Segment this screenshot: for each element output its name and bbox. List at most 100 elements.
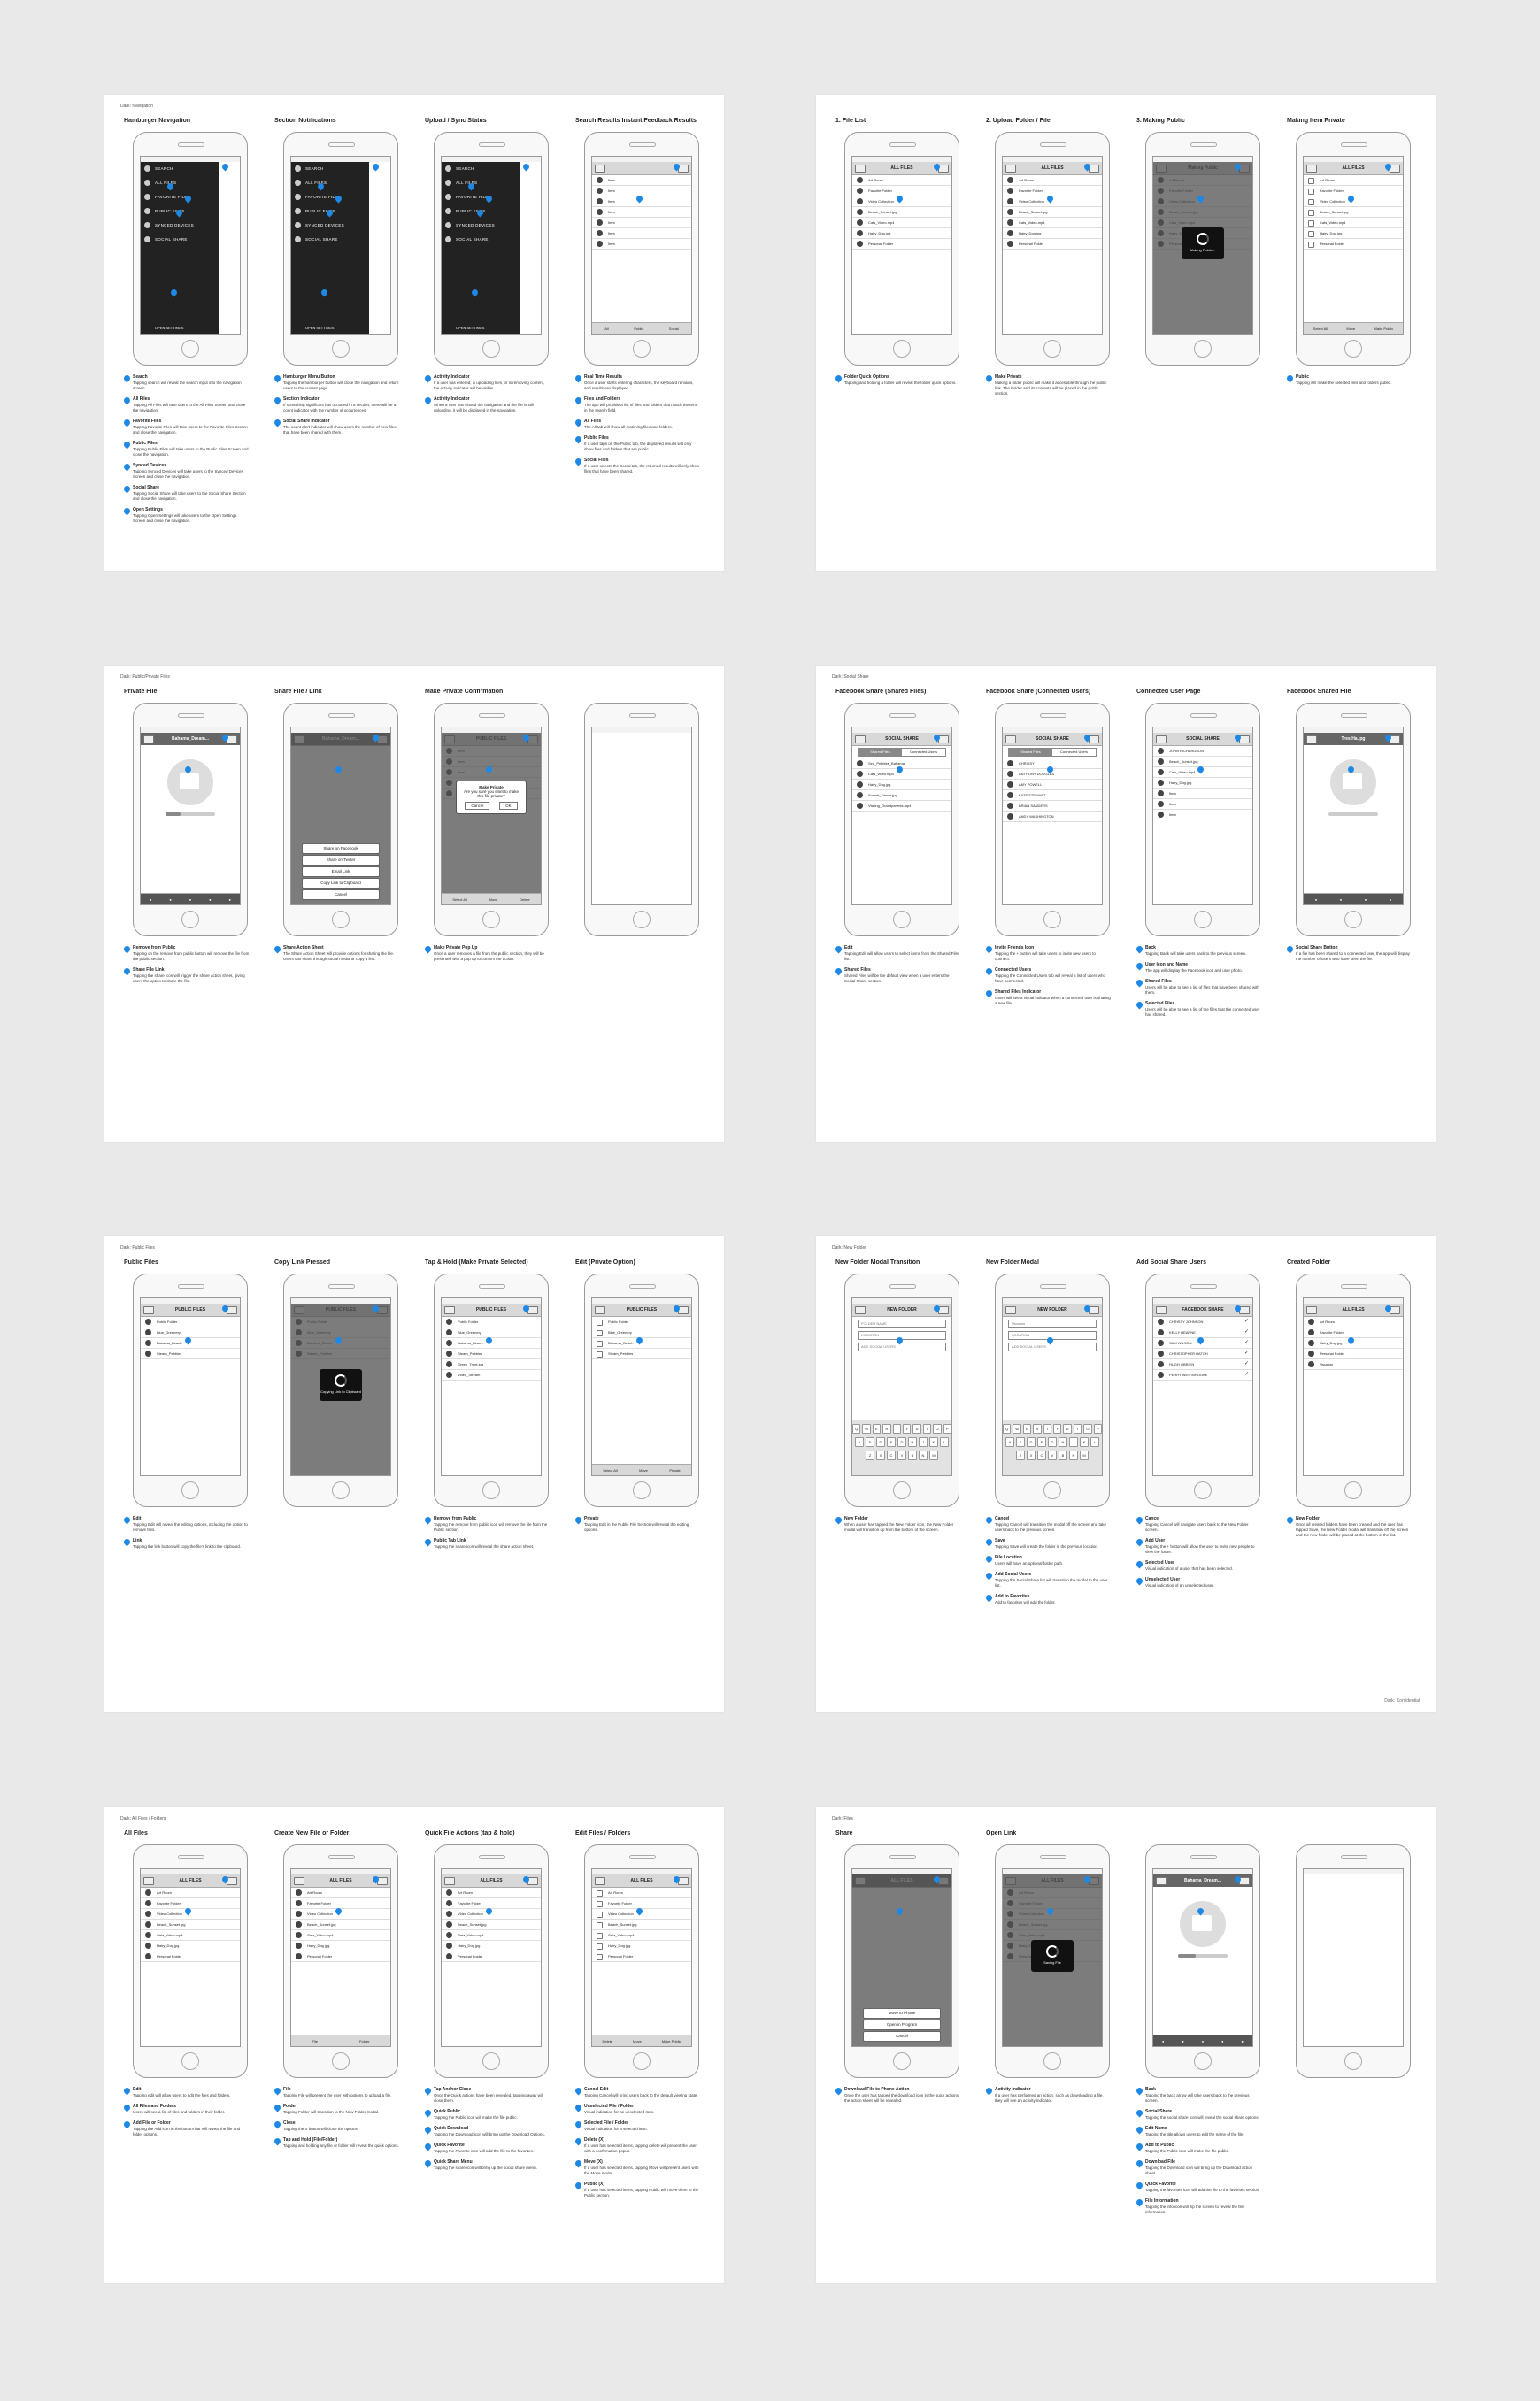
action-sheet-button[interactable]: Copy Link to Clipboard bbox=[302, 878, 380, 889]
keyboard-key[interactable]: E bbox=[872, 1424, 882, 1434]
home-button[interactable] bbox=[893, 911, 911, 928]
toolbar-button[interactable]: Select All bbox=[603, 1468, 617, 1473]
keyboard-key[interactable]: R bbox=[1033, 1424, 1042, 1434]
menu-item[interactable]: SEARCH bbox=[291, 162, 369, 176]
home-button[interactable] bbox=[1043, 340, 1061, 358]
list-item[interactable]: Green_Treet.jpg bbox=[442, 1359, 541, 1370]
user-row[interactable]: CHRISSY JOHNSON ✓ bbox=[1153, 1317, 1252, 1327]
settings-link[interactable]: OPEN SETTINGS bbox=[442, 326, 520, 330]
keyboard-key[interactable]: L bbox=[940, 1437, 949, 1447]
menu-item[interactable]: FAVORITE FILES bbox=[442, 190, 520, 204]
home-button[interactable] bbox=[1194, 340, 1212, 358]
menu-icon[interactable] bbox=[1156, 1306, 1167, 1314]
menu-item[interactable]: SEARCH bbox=[141, 162, 219, 176]
list-item[interactable]: Blue_Greenery bbox=[141, 1327, 240, 1338]
keyboard-key[interactable]: Y bbox=[1053, 1424, 1062, 1434]
list-item[interactable]: Steam_Pebbles bbox=[141, 1349, 240, 1359]
tab-connected-users[interactable]: Connected Users bbox=[902, 749, 945, 756]
checkbox-icon[interactable] bbox=[597, 1320, 603, 1326]
toolbar-button[interactable]: Move bbox=[1346, 327, 1355, 331]
home-button[interactable] bbox=[893, 2052, 911, 2070]
list-item[interactable]: Cats_Video.mp4 bbox=[1003, 218, 1102, 228]
checkbox-icon[interactable] bbox=[597, 1901, 603, 1907]
list-item[interactable]: Hairy_Dog.jpg bbox=[141, 1941, 240, 1951]
home-button[interactable] bbox=[1043, 2052, 1061, 2070]
list-item[interactable]: Hairy_Dog.jpg bbox=[442, 1941, 541, 1951]
list-item[interactable]: Hairy_Dog.jpg bbox=[852, 228, 951, 239]
menu-item[interactable]: FAVORITE FILES bbox=[291, 190, 369, 204]
keyboard-key[interactable]: Z bbox=[1016, 1451, 1025, 1460]
user-row[interactable]: PERRY WESTBROOKE ✓ bbox=[1153, 1370, 1252, 1381]
keyboard-key[interactable]: I bbox=[922, 1424, 932, 1434]
keyboard-key[interactable]: J bbox=[1069, 1437, 1078, 1447]
list-item[interactable]: Personal Folder bbox=[141, 1951, 240, 1962]
home-button[interactable] bbox=[181, 340, 199, 358]
keyboard-key[interactable]: P bbox=[1093, 1424, 1102, 1434]
toolbar-icon[interactable]: ● bbox=[1221, 2039, 1223, 2043]
checkbox-icon[interactable] bbox=[1308, 178, 1314, 184]
list-item[interactable]: Beach_Sunset.jpg bbox=[852, 207, 951, 218]
keyboard-key[interactable]: K bbox=[1080, 1437, 1089, 1447]
menu-icon[interactable] bbox=[444, 1306, 455, 1314]
keyboard-key[interactable]: W bbox=[1013, 1424, 1021, 1434]
list-item[interactable]: Personal Folder bbox=[592, 1951, 691, 1962]
keyboard-key[interactable]: D bbox=[1027, 1437, 1036, 1447]
home-button[interactable] bbox=[181, 2052, 199, 2070]
checkbox-icon[interactable] bbox=[597, 1943, 603, 1950]
list-item[interactable]: Item bbox=[592, 228, 691, 239]
toolbar-icon[interactable]: ● bbox=[1365, 897, 1367, 902]
home-button[interactable] bbox=[181, 911, 199, 928]
menu-item[interactable]: SYNCED DEVICES bbox=[291, 219, 369, 233]
user-row[interactable]: KELLY HEARNE ✓ bbox=[1153, 1327, 1252, 1338]
keyboard-key[interactable]: V bbox=[1048, 1451, 1057, 1460]
user-row[interactable]: Visiting_Grandparents.mp4 bbox=[852, 801, 951, 812]
list-item[interactable]: Art Room bbox=[1304, 175, 1403, 186]
tab-shared-files[interactable]: Shared Files bbox=[859, 749, 902, 756]
keyboard-key[interactable]: F bbox=[1037, 1437, 1046, 1447]
list-item[interactable]: Video_Stream bbox=[442, 1370, 541, 1381]
home-button[interactable] bbox=[1344, 2052, 1362, 2070]
menu-icon[interactable] bbox=[143, 1306, 154, 1314]
list-item[interactable]: Item bbox=[592, 186, 691, 196]
settings-link[interactable]: OPEN SETTINGS bbox=[141, 326, 219, 330]
menu-item[interactable]: SOCIAL SHARE bbox=[141, 233, 219, 247]
checkbox-icon[interactable] bbox=[1308, 199, 1314, 205]
toolbar-button[interactable]: Private bbox=[669, 1468, 680, 1473]
user-row[interactable]: KATE STEWART bbox=[1003, 790, 1102, 801]
menu-item[interactable]: SOCIAL SHARE bbox=[291, 233, 369, 247]
checkbox-icon[interactable] bbox=[597, 1912, 603, 1918]
list-item[interactable]: Beach_Sunset.jpg bbox=[291, 1920, 390, 1930]
keyboard-key[interactable]: B bbox=[908, 1451, 917, 1460]
list-item[interactable]: Personal Folder bbox=[1304, 239, 1403, 250]
home-button[interactable] bbox=[633, 1481, 651, 1499]
checkbox-icon[interactable] bbox=[597, 1922, 603, 1928]
list-item[interactable]: Art Room bbox=[141, 1888, 240, 1898]
toolbar-icon[interactable]: ● bbox=[1390, 897, 1391, 902]
form-field[interactable]: Vacation bbox=[1008, 1320, 1097, 1328]
keyboard-key[interactable]: S bbox=[866, 1437, 874, 1447]
list-item[interactable]: Personal Folder bbox=[1304, 1349, 1403, 1359]
list-item[interactable]: Cats_Video.mp4 bbox=[592, 1930, 691, 1941]
keyboard-key[interactable]: P bbox=[943, 1424, 951, 1434]
keyboard-key[interactable]: S bbox=[1016, 1437, 1025, 1447]
home-button[interactable] bbox=[1194, 2052, 1212, 2070]
list-item[interactable]: Public Folder bbox=[592, 1317, 691, 1327]
toolbar-button[interactable]: Folder bbox=[359, 2039, 369, 2043]
menu-item[interactable]: FAVORITE FILES bbox=[141, 190, 219, 204]
keyboard-key[interactable]: U bbox=[912, 1424, 921, 1434]
toolbar-button[interactable]: Make Public bbox=[1374, 327, 1394, 331]
action-sheet-button[interactable]: Cancel bbox=[863, 2031, 941, 2042]
keyboard-key[interactable]: M bbox=[929, 1451, 938, 1460]
action-sheet-button[interactable]: Move to Phone bbox=[863, 2008, 941, 2019]
toolbar-button[interactable]: All bbox=[604, 327, 608, 331]
action-sheet-button[interactable]: Share on Facebook bbox=[302, 843, 380, 854]
list-item[interactable]: Favorite Folder bbox=[1304, 1327, 1403, 1338]
action-sheet-button[interactable]: Email Link bbox=[302, 866, 380, 877]
list-item[interactable]: Beach_Sunset.jpg bbox=[1304, 207, 1403, 218]
user-row[interactable]: Item bbox=[1153, 810, 1252, 820]
toolbar-button[interactable]: Public bbox=[634, 327, 643, 331]
list-item[interactable]: Beach_Sunset.jpg bbox=[442, 1920, 541, 1930]
menu-item[interactable]: ALL FILES bbox=[141, 176, 219, 190]
toolbar-button[interactable]: Select All bbox=[452, 897, 466, 902]
tab-connected-users[interactable]: Connected Users bbox=[1052, 749, 1096, 756]
